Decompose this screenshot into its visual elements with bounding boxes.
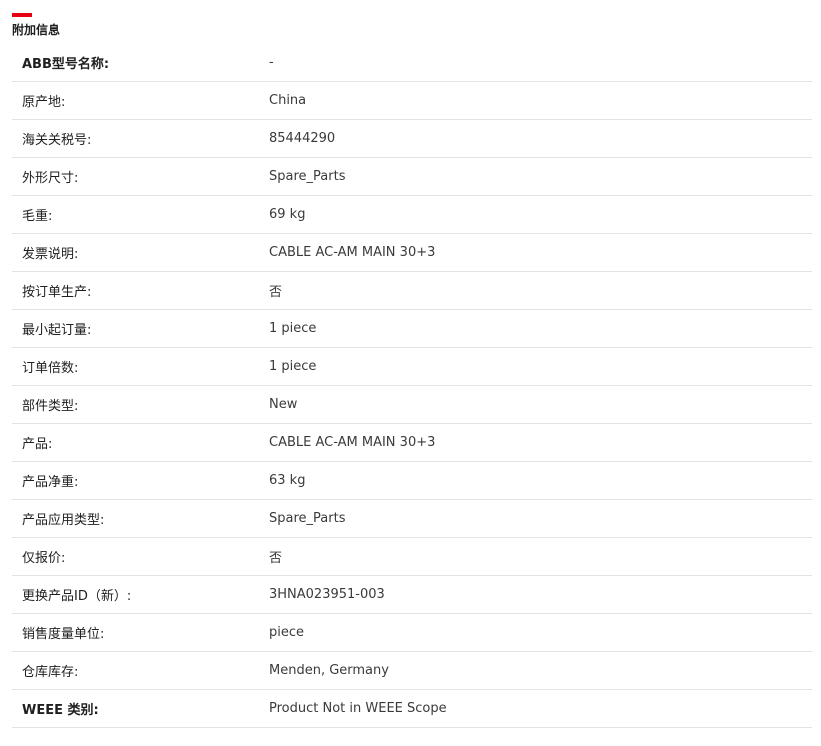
row-label: 销售度量单位: <box>22 627 105 642</box>
table-row: 发票说明: CABLE AC-AM MAIN 30+3 <box>12 234 812 272</box>
row-label: 部件类型: <box>22 399 79 414</box>
row-label: 产品净重: <box>22 475 79 490</box>
row-value: 69 kg <box>269 207 306 222</box>
table-row: ABB型号名称: - <box>12 44 812 82</box>
table-row: 部件类型: New <box>12 386 812 424</box>
row-label: 按订单生产: <box>22 285 92 300</box>
section-accent-bar <box>12 13 32 17</box>
table-row: 产品净重: 63 kg <box>12 462 812 500</box>
info-table: ABB型号名称: - 原产地: China 海关关税号: 85444290 外形… <box>12 44 812 728</box>
row-value: 否 <box>269 285 283 300</box>
row-label: 订单倍数: <box>22 361 79 376</box>
additional-info-section: 附加信息 ABB型号名称: - 原产地: China 海关关税号: 854442… <box>0 0 821 746</box>
row-value: 1 piece <box>269 359 317 374</box>
table-row: 海关关税号: 85444290 <box>12 120 812 158</box>
row-label: 更换产品ID（新）: <box>22 589 132 604</box>
row-label: 发票说明: <box>22 247 79 262</box>
row-label: 产品应用类型: <box>22 513 105 528</box>
table-row: 外形尺寸: Spare_Parts <box>12 158 812 196</box>
row-label: 原产地: <box>22 95 66 110</box>
table-row: 最小起订量: 1 piece <box>12 310 812 348</box>
row-value: 85444290 <box>269 131 336 146</box>
table-row: 订单倍数: 1 piece <box>12 348 812 386</box>
row-label: ABB型号名称: <box>22 57 110 72</box>
row-label: 仓库库存: <box>22 665 79 680</box>
table-row: 销售度量单位: piece <box>12 614 812 652</box>
row-label: 海关关税号: <box>22 133 92 148</box>
row-label: WEEE 类别: <box>22 703 99 718</box>
row-label: 外形尺寸: <box>22 171 79 186</box>
table-row: 原产地: China <box>12 82 812 120</box>
table-row: WEEE 类别: Product Not in WEEE Scope <box>12 690 812 728</box>
row-value: - <box>269 55 274 70</box>
row-value: CABLE AC-AM MAIN 30+3 <box>269 245 436 260</box>
row-value: 3HNA023951-003 <box>269 587 385 602</box>
table-row: 产品: CABLE AC-AM MAIN 30+3 <box>12 424 812 462</box>
row-value: Spare_Parts <box>269 169 346 184</box>
row-value: piece <box>269 625 305 640</box>
table-row: 仅报价: 否 <box>12 538 812 576</box>
table-row: 产品应用类型: Spare_Parts <box>12 500 812 538</box>
row-value: New <box>269 397 298 412</box>
table-row: 更换产品ID（新）: 3HNA023951-003 <box>12 576 812 614</box>
row-label: 产品: <box>22 437 53 452</box>
row-value: Menden, Germany <box>269 663 389 678</box>
row-value: Spare_Parts <box>269 511 346 526</box>
section-title: 附加信息 <box>12 23 61 37</box>
row-value: 63 kg <box>269 473 306 488</box>
table-row: 按订单生产: 否 <box>12 272 812 310</box>
row-label: 毛重: <box>22 209 53 224</box>
row-value: 否 <box>269 551 283 566</box>
table-row: 仓库库存: Menden, Germany <box>12 652 812 690</box>
row-value: Product Not in WEEE Scope <box>269 701 447 716</box>
row-value: 1 piece <box>269 321 317 336</box>
row-label: 最小起订量: <box>22 323 92 338</box>
row-value: China <box>269 93 307 108</box>
row-value: CABLE AC-AM MAIN 30+3 <box>269 435 436 450</box>
row-label: 仅报价: <box>22 551 66 566</box>
table-row: 毛重: 69 kg <box>12 196 812 234</box>
